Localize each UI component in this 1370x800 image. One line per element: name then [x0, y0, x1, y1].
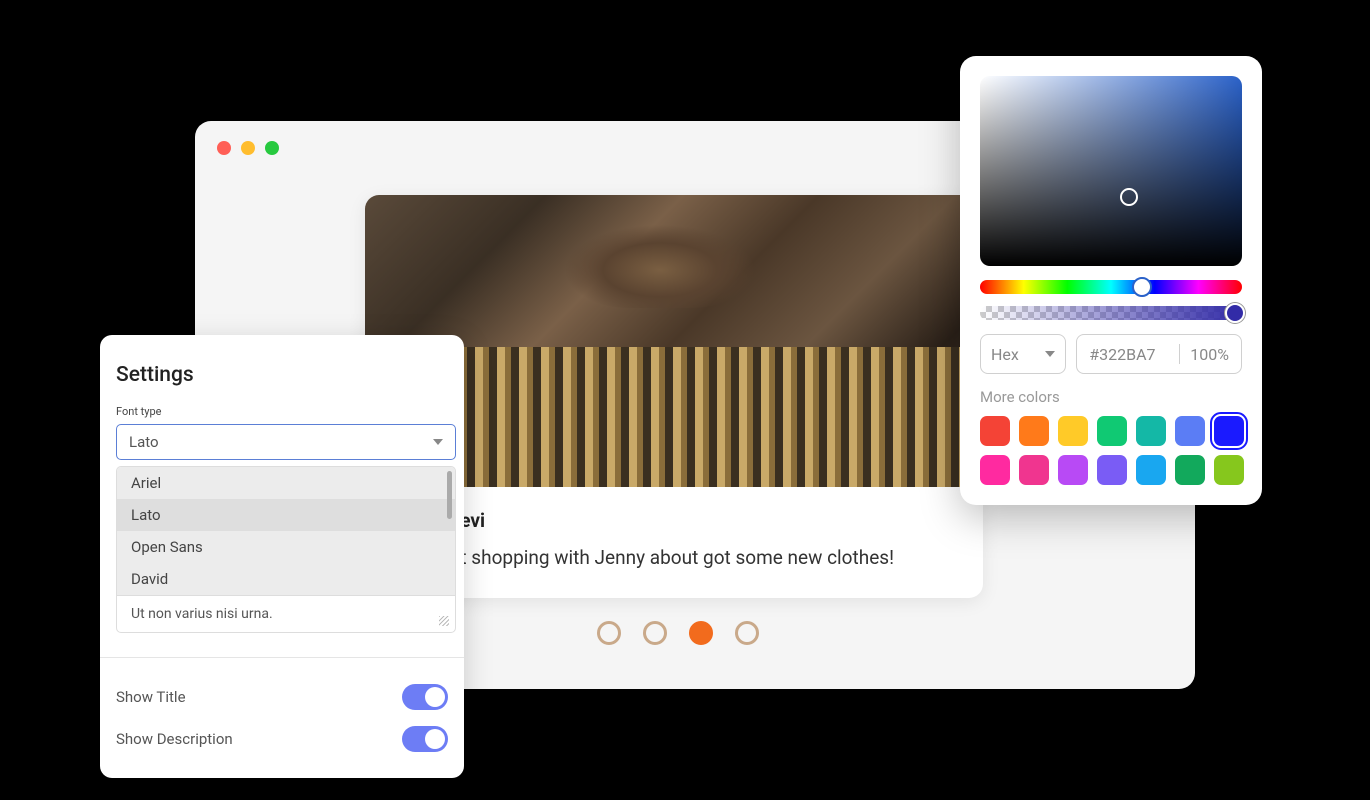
font-type-select[interactable]: Lato	[116, 424, 456, 460]
saturation-lightness-field[interactable]	[980, 76, 1242, 266]
toggle-label: Show Description	[116, 730, 233, 748]
color-swatch[interactable]	[1019, 455, 1049, 485]
alpha-value: 100%	[1190, 345, 1229, 364]
hex-input[interactable]	[1089, 345, 1169, 364]
color-swatch[interactable]	[980, 416, 1010, 446]
pagination-dots	[597, 621, 759, 645]
post-username: Stacie.Levi	[391, 509, 957, 532]
more-colors-label: More colors	[980, 388, 1242, 406]
scrollbar-thumb[interactable]	[447, 471, 452, 519]
color-swatch[interactable]	[1214, 416, 1244, 446]
pagination-dot[interactable]	[735, 621, 759, 645]
post-caption: Went out shopping with Jenny about got s…	[391, 544, 957, 572]
chevron-down-icon	[433, 439, 443, 445]
color-swatch[interactable]	[1097, 416, 1127, 446]
hex-input-group: 100%	[1076, 334, 1242, 374]
color-swatch[interactable]	[1136, 455, 1166, 485]
toggle-row: Show Description	[116, 718, 448, 760]
color-format-select[interactable]: Hex	[980, 334, 1066, 374]
minimize-window-icon[interactable]	[241, 141, 255, 155]
color-swatch[interactable]	[1058, 416, 1088, 446]
font-type-value: Lato	[129, 433, 159, 451]
color-swatch[interactable]	[1136, 416, 1166, 446]
chevron-down-icon	[1045, 351, 1055, 357]
color-swatch[interactable]	[1214, 455, 1244, 485]
resize-handle-icon[interactable]	[439, 616, 449, 626]
font-option[interactable]: Open Sans	[117, 531, 455, 563]
maximize-window-icon[interactable]	[265, 141, 279, 155]
color-swatch[interactable]	[1058, 455, 1088, 485]
color-swatch[interactable]	[1097, 455, 1127, 485]
close-window-icon[interactable]	[217, 141, 231, 155]
font-option[interactable]: Ariel	[117, 467, 455, 499]
preview-textarea[interactable]: Ut non varius nisi urna.	[117, 595, 455, 632]
pagination-dot-active[interactable]	[689, 621, 713, 645]
settings-panel: Settings Font type Lato Ariel Lato Open …	[100, 335, 464, 778]
separator	[1179, 344, 1180, 364]
hue-slider[interactable]	[980, 280, 1242, 294]
color-swatch[interactable]	[1019, 416, 1049, 446]
pagination-dot[interactable]	[643, 621, 667, 645]
color-swatch[interactable]	[1175, 455, 1205, 485]
alpha-handle-icon[interactable]	[1225, 303, 1245, 323]
swatch-grid	[980, 416, 1242, 485]
hue-handle-icon[interactable]	[1132, 277, 1152, 297]
pagination-dot[interactable]	[597, 621, 621, 645]
color-swatch[interactable]	[1175, 416, 1205, 446]
settings-title: Settings	[116, 363, 448, 387]
font-option[interactable]: David	[117, 563, 455, 595]
show-description-toggle[interactable]	[402, 726, 448, 752]
divider	[100, 657, 464, 658]
alpha-slider[interactable]	[980, 306, 1242, 320]
toggle-row: Show Title	[116, 676, 448, 718]
show-title-toggle[interactable]	[402, 684, 448, 710]
color-format-value: Hex	[991, 345, 1019, 364]
font-type-dropdown: Ariel Lato Open Sans David Ut non varius…	[116, 466, 456, 633]
font-type-label: Font type	[116, 405, 448, 418]
window-controls	[217, 141, 279, 155]
toggle-label: Show Title	[116, 688, 186, 706]
color-handle-icon[interactable]	[1120, 188, 1138, 206]
font-option-selected[interactable]: Lato	[117, 499, 455, 531]
color-picker-panel: Hex 100% More colors	[960, 56, 1262, 505]
color-swatch[interactable]	[980, 455, 1010, 485]
